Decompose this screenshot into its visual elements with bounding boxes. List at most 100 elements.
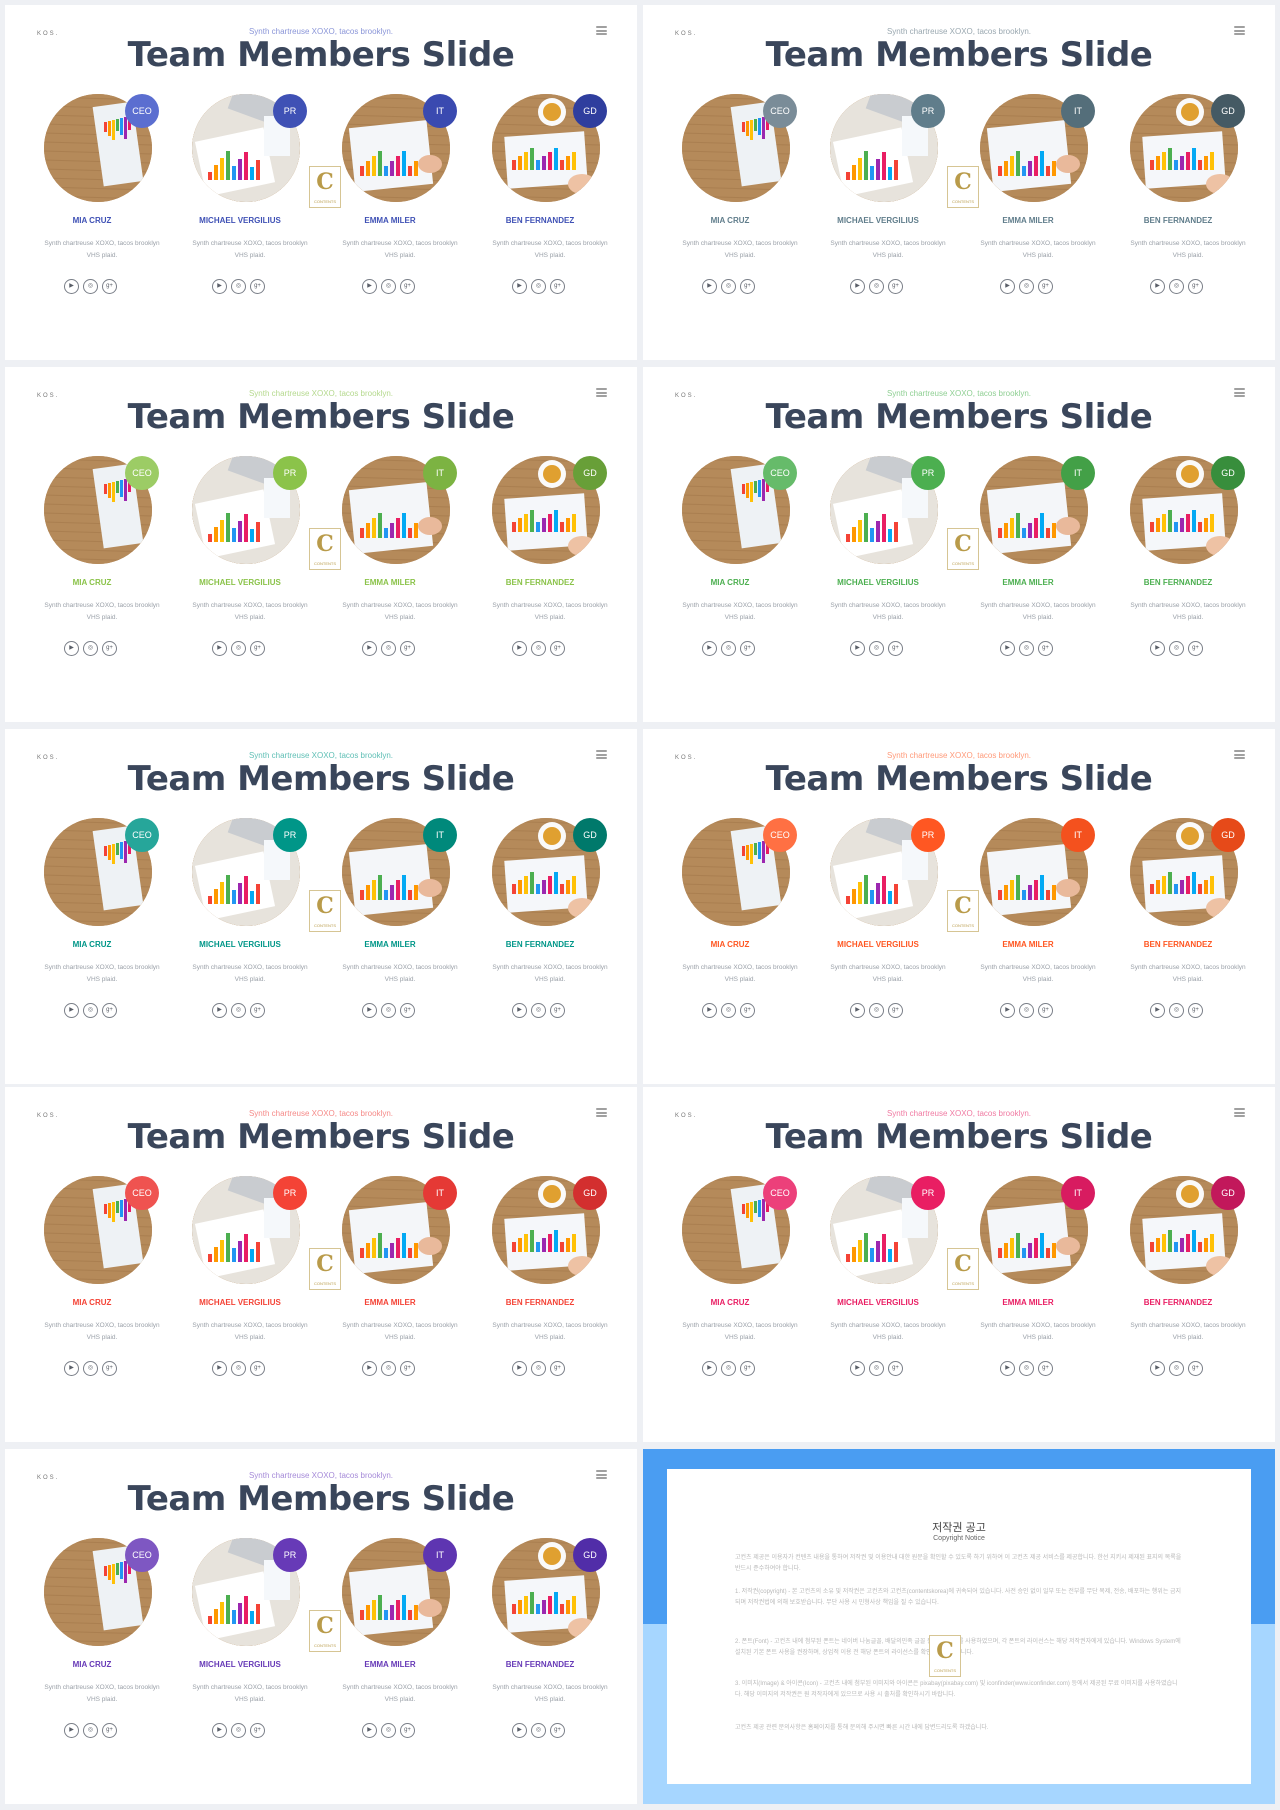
google-plus-icon[interactable]: g+ bbox=[400, 1723, 415, 1738]
google-plus-icon[interactable]: g+ bbox=[400, 279, 415, 294]
instagram-icon[interactable]: ◎ bbox=[1169, 1003, 1184, 1018]
youtube-icon[interactable]: ▶ bbox=[1000, 641, 1015, 656]
google-plus-icon[interactable]: g+ bbox=[888, 641, 903, 656]
youtube-icon[interactable]: ▶ bbox=[850, 1361, 865, 1376]
instagram-icon[interactable]: ◎ bbox=[531, 1003, 546, 1018]
google-plus-icon[interactable]: g+ bbox=[740, 1003, 755, 1018]
instagram-icon[interactable]: ◎ bbox=[83, 641, 98, 656]
youtube-icon[interactable]: ▶ bbox=[362, 1003, 377, 1018]
instagram-icon[interactable]: ◎ bbox=[83, 1723, 98, 1738]
google-plus-icon[interactable]: g+ bbox=[102, 641, 117, 656]
google-plus-icon[interactable]: g+ bbox=[102, 1723, 117, 1738]
google-plus-icon[interactable]: g+ bbox=[250, 1003, 265, 1018]
google-plus-icon[interactable]: g+ bbox=[1188, 279, 1203, 294]
instagram-icon[interactable]: ◎ bbox=[381, 1723, 396, 1738]
instagram-icon[interactable]: ◎ bbox=[381, 641, 396, 656]
google-plus-icon[interactable]: g+ bbox=[102, 279, 117, 294]
youtube-icon[interactable]: ▶ bbox=[64, 279, 79, 294]
youtube-icon[interactable]: ▶ bbox=[212, 1361, 227, 1376]
google-plus-icon[interactable]: g+ bbox=[250, 1723, 265, 1738]
google-plus-icon[interactable]: g+ bbox=[888, 1003, 903, 1018]
instagram-icon[interactable]: ◎ bbox=[381, 279, 396, 294]
google-plus-icon[interactable]: g+ bbox=[250, 279, 265, 294]
instagram-icon[interactable]: ◎ bbox=[1169, 641, 1184, 656]
google-plus-icon[interactable]: g+ bbox=[1188, 1003, 1203, 1018]
instagram-icon[interactable]: ◎ bbox=[83, 279, 98, 294]
instagram-icon[interactable]: ◎ bbox=[1019, 641, 1034, 656]
instagram-icon[interactable]: ◎ bbox=[83, 1003, 98, 1018]
youtube-icon[interactable]: ▶ bbox=[362, 279, 377, 294]
youtube-icon[interactable]: ▶ bbox=[1000, 1361, 1015, 1376]
youtube-icon[interactable]: ▶ bbox=[850, 1003, 865, 1018]
google-plus-icon[interactable]: g+ bbox=[740, 1361, 755, 1376]
instagram-icon[interactable]: ◎ bbox=[381, 1361, 396, 1376]
instagram-icon[interactable]: ◎ bbox=[721, 279, 736, 294]
google-plus-icon[interactable]: g+ bbox=[1038, 1003, 1053, 1018]
youtube-icon[interactable]: ▶ bbox=[1150, 641, 1165, 656]
youtube-icon[interactable]: ▶ bbox=[212, 641, 227, 656]
google-plus-icon[interactable]: g+ bbox=[888, 279, 903, 294]
instagram-icon[interactable]: ◎ bbox=[721, 1003, 736, 1018]
google-plus-icon[interactable]: g+ bbox=[740, 641, 755, 656]
youtube-icon[interactable]: ▶ bbox=[512, 1361, 527, 1376]
google-plus-icon[interactable]: g+ bbox=[250, 641, 265, 656]
instagram-icon[interactable]: ◎ bbox=[869, 1003, 884, 1018]
youtube-icon[interactable]: ▶ bbox=[1150, 1361, 1165, 1376]
google-plus-icon[interactable]: g+ bbox=[550, 641, 565, 656]
google-plus-icon[interactable]: g+ bbox=[1038, 279, 1053, 294]
instagram-icon[interactable]: ◎ bbox=[869, 1361, 884, 1376]
google-plus-icon[interactable]: g+ bbox=[250, 1361, 265, 1376]
instagram-icon[interactable]: ◎ bbox=[1019, 279, 1034, 294]
instagram-icon[interactable]: ◎ bbox=[1019, 1361, 1034, 1376]
youtube-icon[interactable]: ▶ bbox=[1150, 1003, 1165, 1018]
youtube-icon[interactable]: ▶ bbox=[212, 279, 227, 294]
youtube-icon[interactable]: ▶ bbox=[512, 279, 527, 294]
youtube-icon[interactable]: ▶ bbox=[702, 1003, 717, 1018]
youtube-icon[interactable]: ▶ bbox=[512, 1003, 527, 1018]
youtube-icon[interactable]: ▶ bbox=[64, 1003, 79, 1018]
instagram-icon[interactable]: ◎ bbox=[1169, 279, 1184, 294]
youtube-icon[interactable]: ▶ bbox=[64, 1361, 79, 1376]
google-plus-icon[interactable]: g+ bbox=[102, 1361, 117, 1376]
google-plus-icon[interactable]: g+ bbox=[550, 279, 565, 294]
instagram-icon[interactable]: ◎ bbox=[83, 1361, 98, 1376]
youtube-icon[interactable]: ▶ bbox=[702, 1361, 717, 1376]
youtube-icon[interactable]: ▶ bbox=[512, 1723, 527, 1738]
google-plus-icon[interactable]: g+ bbox=[400, 1361, 415, 1376]
youtube-icon[interactable]: ▶ bbox=[64, 641, 79, 656]
google-plus-icon[interactable]: g+ bbox=[888, 1361, 903, 1376]
instagram-icon[interactable]: ◎ bbox=[231, 279, 246, 294]
instagram-icon[interactable]: ◎ bbox=[869, 279, 884, 294]
instagram-icon[interactable]: ◎ bbox=[721, 1361, 736, 1376]
instagram-icon[interactable]: ◎ bbox=[231, 1723, 246, 1738]
google-plus-icon[interactable]: g+ bbox=[400, 641, 415, 656]
google-plus-icon[interactable]: g+ bbox=[400, 1003, 415, 1018]
instagram-icon[interactable]: ◎ bbox=[1019, 1003, 1034, 1018]
youtube-icon[interactable]: ▶ bbox=[1150, 279, 1165, 294]
google-plus-icon[interactable]: g+ bbox=[550, 1361, 565, 1376]
google-plus-icon[interactable]: g+ bbox=[740, 279, 755, 294]
youtube-icon[interactable]: ▶ bbox=[702, 641, 717, 656]
google-plus-icon[interactable]: g+ bbox=[1038, 1361, 1053, 1376]
google-plus-icon[interactable]: g+ bbox=[1188, 641, 1203, 656]
youtube-icon[interactable]: ▶ bbox=[212, 1003, 227, 1018]
instagram-icon[interactable]: ◎ bbox=[1169, 1361, 1184, 1376]
instagram-icon[interactable]: ◎ bbox=[531, 279, 546, 294]
youtube-icon[interactable]: ▶ bbox=[362, 1723, 377, 1738]
instagram-icon[interactable]: ◎ bbox=[869, 641, 884, 656]
instagram-icon[interactable]: ◎ bbox=[231, 1003, 246, 1018]
instagram-icon[interactable]: ◎ bbox=[531, 1723, 546, 1738]
google-plus-icon[interactable]: g+ bbox=[102, 1003, 117, 1018]
instagram-icon[interactable]: ◎ bbox=[531, 641, 546, 656]
google-plus-icon[interactable]: g+ bbox=[1188, 1361, 1203, 1376]
youtube-icon[interactable]: ▶ bbox=[362, 641, 377, 656]
youtube-icon[interactable]: ▶ bbox=[512, 641, 527, 656]
youtube-icon[interactable]: ▶ bbox=[212, 1723, 227, 1738]
google-plus-icon[interactable]: g+ bbox=[550, 1723, 565, 1738]
youtube-icon[interactable]: ▶ bbox=[850, 279, 865, 294]
google-plus-icon[interactable]: g+ bbox=[550, 1003, 565, 1018]
instagram-icon[interactable]: ◎ bbox=[231, 641, 246, 656]
google-plus-icon[interactable]: g+ bbox=[1038, 641, 1053, 656]
instagram-icon[interactable]: ◎ bbox=[381, 1003, 396, 1018]
youtube-icon[interactable]: ▶ bbox=[850, 641, 865, 656]
